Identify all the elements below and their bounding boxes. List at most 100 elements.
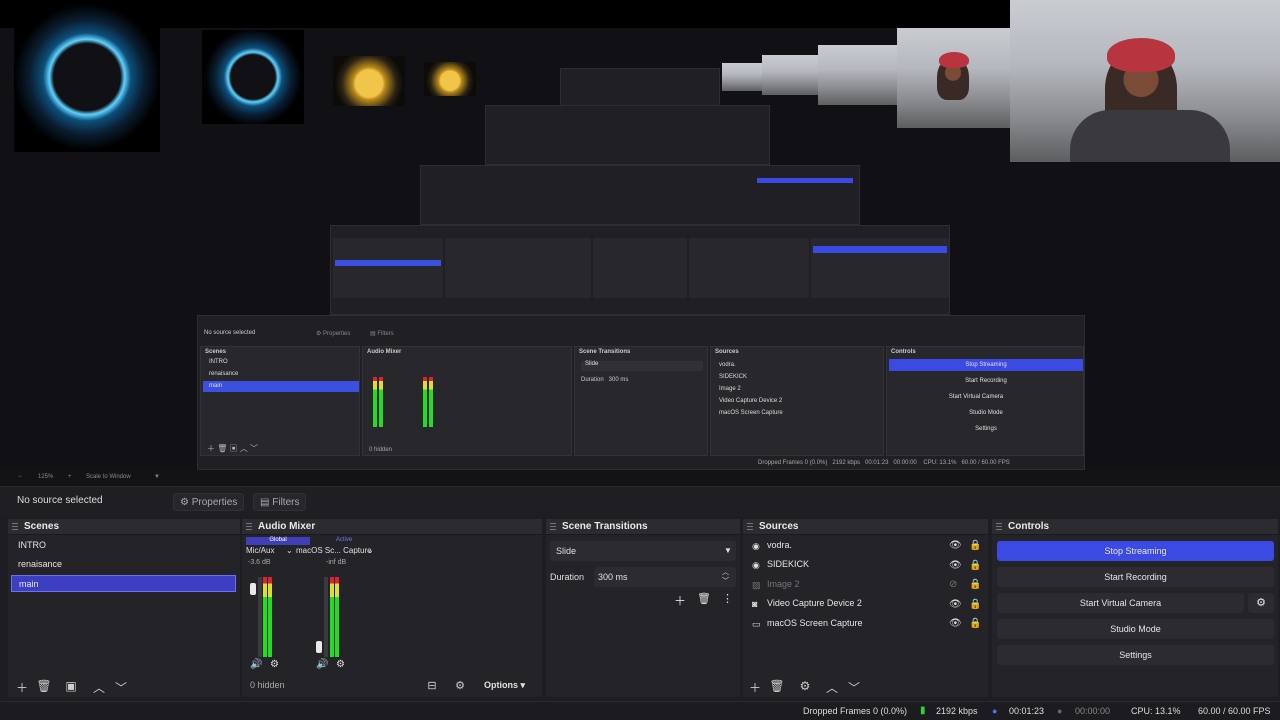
scenes-dock-header[interactable]: Scenes <box>8 519 240 535</box>
transition-select[interactable]: Slide ▼ <box>550 541 736 561</box>
image-source-icon: ▨ <box>752 580 761 590</box>
coin-overlay-nested <box>424 62 476 96</box>
nested-obs-window-5 <box>560 68 720 106</box>
stream-time: 00:01:23 <box>1009 706 1045 716</box>
zoom-out-icon[interactable]: − <box>18 474 22 480</box>
macos-capture-channel-name: macOS Sc... Capture <box>296 546 372 555</box>
scene-item-intro[interactable]: INTRO <box>11 537 236 554</box>
source-properties-icon[interactable]: ⚙ <box>797 679 813 693</box>
nested-obs-window: No source selected ⚙ Properties ▤ Filter… <box>197 315 1085 470</box>
speaker-icon[interactable]: 🔊 <box>316 659 328 670</box>
eye-icon[interactable]: 👁 <box>949 541 962 551</box>
zoom-in-icon[interactable]: + <box>68 474 72 480</box>
zoom-bar: − 125% + Scale to Window ▼ <box>0 470 1280 486</box>
macos-capture-volume-slider[interactable] <box>316 641 322 653</box>
start-recording-button[interactable]: Start Recording <box>997 567 1274 587</box>
gear-icon: ⚙ <box>180 497 189 508</box>
eye-hidden-icon[interactable]: ⊘ <box>949 580 961 590</box>
eye-icon[interactable]: 👁 <box>949 561 962 571</box>
audio-mixer-dock-header[interactable]: Audio Mixer <box>242 519 542 535</box>
filters-button[interactable]: ▤ Filters <box>253 493 307 511</box>
lock-icon[interactable]: 🔒 <box>969 600 981 610</box>
record-indicator-icon: ● <box>1057 706 1063 716</box>
nested-obs-window-3 <box>420 165 860 225</box>
lock-icon[interactable]: 🔒 <box>969 541 981 551</box>
status-bar: Dropped Frames 0 (0.0%) ▮ 2192 kbps ● 00… <box>0 701 1280 720</box>
macos-capture-meter <box>330 577 334 657</box>
camera-source-icon: ◙ <box>752 599 758 609</box>
lock-icon[interactable]: 🔒 <box>969 619 981 629</box>
controls-dock-header[interactable]: Controls <box>992 519 1278 535</box>
signal-bars-icon: ▮ <box>920 705 926 716</box>
source-item-vodra[interactable]: vodra. <box>767 537 792 554</box>
scene-item-renaisance[interactable]: renaisance <box>11 556 236 573</box>
speaker-icon[interactable]: 🔊 <box>250 659 262 670</box>
move-source-down-icon[interactable]: ﹀ <box>846 679 862 696</box>
audio-mixer-toolbar: 0 hidden ⊟ ⚙ Options ▾ <box>242 675 542 697</box>
add-source-icon[interactable]: ＋ <box>747 679 763 696</box>
source-item-macos-screen[interactable]: macOS Screen Capture <box>767 615 863 632</box>
chevron-down-icon[interactable]: ⌄ <box>367 546 374 555</box>
mic-aux-volume-slider[interactable] <box>250 583 256 595</box>
nested-obs-window-2 <box>330 225 950 315</box>
mic-aux-channel-name: Mic/Aux <box>246 546 275 555</box>
lock-icon[interactable]: 🔒 <box>969 561 981 571</box>
global-column-header: Global <box>246 537 310 545</box>
blue-orb-overlay <box>14 2 160 152</box>
audio-settings-icon[interactable]: ⚙ <box>270 659 279 670</box>
source-toolbar: No source selected ⚙ Properties ▤ Filter… <box>0 486 1280 516</box>
sources-dock-header[interactable]: Sources <box>743 519 988 535</box>
lock-icon[interactable]: 🔒 <box>969 580 981 590</box>
remove-source-icon[interactable]: 🗑 <box>769 679 785 693</box>
move-scene-up-icon[interactable]: ︿ <box>91 679 107 696</box>
browser-source-icon: ◉ <box>752 560 760 570</box>
display-source-icon: ▭ <box>752 619 761 629</box>
advanced-audio-icon[interactable]: ⚙ <box>452 679 468 692</box>
webcam-feed-nested-2 <box>818 45 897 105</box>
eye-icon[interactable]: 👁 <box>949 600 962 610</box>
filter-icon: ▤ <box>260 497 270 508</box>
eye-icon[interactable]: 👁 <box>949 619 962 629</box>
start-virtual-camera-button[interactable]: Start Virtual Camera <box>997 593 1244 613</box>
scene-filters-icon[interactable]: ▣ <box>63 679 79 693</box>
scene-transitions-dock: Scene Transitions Slide ▼ Duration 300 m… <box>546 519 740 697</box>
webcam-feed-nested-3 <box>762 55 818 95</box>
macos-capture-db: -inf dB <box>326 559 347 566</box>
move-source-up-icon[interactable]: ︿ <box>824 679 840 696</box>
active-column-header: Active <box>335 537 353 543</box>
sources-toolbar: ＋ 🗑 ⚙ ︿ ﹀ <box>743 675 988 697</box>
audio-mixer-dock: Audio Mixer Global Active Mic/Aux ⌄ macO… <box>242 519 542 697</box>
audio-settings-icon[interactable]: ⚙ <box>336 659 345 670</box>
duration-stepper[interactable]: 300 ms ︿ ﹀ <box>594 567 736 587</box>
blue-orb-overlay-nested <box>202 30 304 124</box>
zoom-level: 125% <box>38 474 54 480</box>
remove-scene-icon[interactable]: 🗑 <box>36 679 52 693</box>
source-item-sidekick[interactable]: SIDEKICK <box>767 556 809 573</box>
chevron-down-icon: ﹀ <box>722 578 729 585</box>
bitrate: 2192 kbps <box>936 706 978 716</box>
add-scene-icon[interactable]: ＋ <box>14 679 30 696</box>
settings-button[interactable]: Settings <box>997 645 1274 665</box>
add-transition-icon[interactable]: ＋ <box>674 592 686 609</box>
stop-streaming-button[interactable]: Stop Streaming <box>997 541 1274 561</box>
scale-mode-select[interactable]: Scale to Window <box>86 474 131 480</box>
virtual-camera-settings-icon[interactable]: ⚙ <box>1248 593 1274 613</box>
mixer-layout-icon[interactable]: ⊟ <box>424 679 440 692</box>
program-preview[interactable]: No source selected ⚙ Properties ▤ Filter… <box>0 0 1280 470</box>
more-options-icon[interactable]: ⋮ <box>722 592 733 605</box>
chevron-down-icon[interactable]: ▼ <box>154 474 160 480</box>
properties-button[interactable]: ⚙ Properties <box>173 493 245 511</box>
move-scene-down-icon[interactable]: ﹀ <box>113 679 129 696</box>
source-item-video-capture[interactable]: Video Capture Device 2 <box>767 595 862 612</box>
webcam-feed-nested-4 <box>722 63 762 91</box>
fps: 60.00 / 60.00 FPS <box>1198 706 1271 716</box>
chevron-down-icon[interactable]: ⌄ <box>286 546 293 555</box>
source-item-image-2[interactable]: Image 2 <box>767 576 800 593</box>
options-dropdown[interactable]: Options ▾ <box>484 680 525 691</box>
scenes-toolbar: ＋ 🗑 ▣ ︿ ﹀ <box>8 675 240 697</box>
studio-mode-button[interactable]: Studio Mode <box>997 619 1274 639</box>
browser-source-icon: ◉ <box>752 541 760 551</box>
remove-transition-icon[interactable]: 🗑 <box>697 592 711 605</box>
scene-item-main[interactable]: main <box>11 575 236 592</box>
scene-transitions-dock-header[interactable]: Scene Transitions <box>546 519 740 535</box>
